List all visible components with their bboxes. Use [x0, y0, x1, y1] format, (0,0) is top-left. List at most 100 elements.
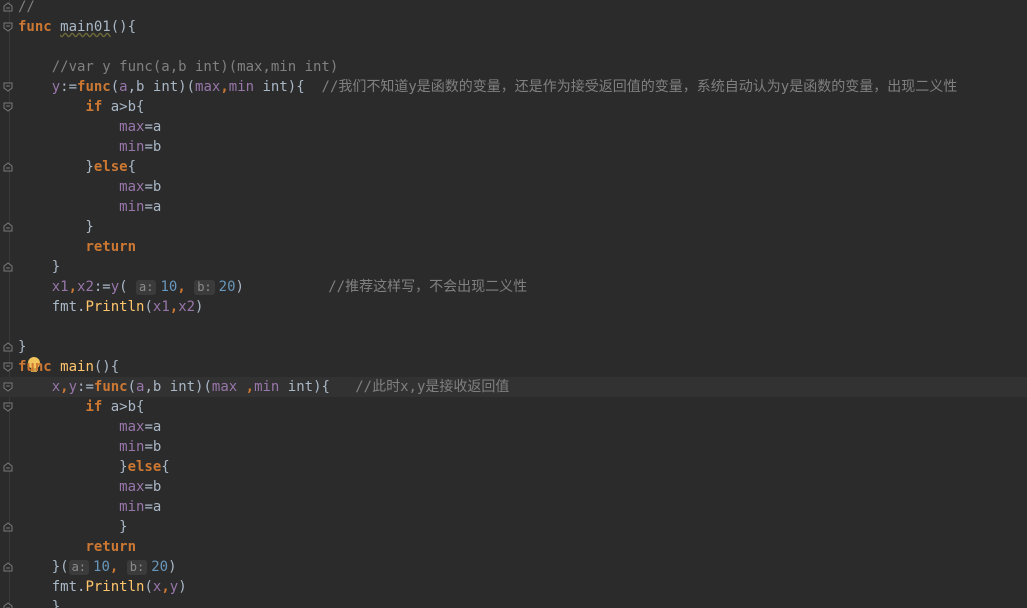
code-token: } — [18, 219, 94, 235]
code-line[interactable]: max=b — [0, 477, 1027, 497]
code-line-text[interactable]: x,y:=func(a,b int)(max ,min int){ //此时x,… — [18, 377, 510, 397]
code-line[interactable]: min=b — [0, 137, 1027, 157]
fold-end-icon[interactable] — [3, 562, 13, 572]
code-token: func — [77, 79, 111, 95]
code-token: =b — [144, 479, 162, 495]
code-line[interactable]: } — [0, 337, 1027, 357]
code-line[interactable] — [0, 37, 1027, 57]
code-line-text[interactable]: if a>b{ — [18, 397, 144, 417]
code-token: , — [220, 79, 229, 95]
code-token: if — [85, 399, 103, 415]
code-token: return — [85, 239, 137, 255]
code-line-text[interactable]: } — [18, 517, 127, 537]
code-line[interactable]: } — [0, 257, 1027, 277]
code-line[interactable]: y:=func(a,b int)(max,min int){ //我们不知道y是… — [0, 77, 1027, 97]
fold-start-icon[interactable] — [3, 82, 13, 92]
fold-end-icon[interactable] — [3, 522, 13, 532]
code-line[interactable]: func main(){ — [0, 357, 1027, 377]
code-line-text[interactable]: min=b — [18, 437, 161, 457]
code-line-text[interactable]: max=a — [18, 417, 161, 437]
code-line[interactable]: return — [0, 537, 1027, 557]
fold-end-icon[interactable] — [3, 602, 13, 608]
code-line-text[interactable]: fmt.Println(x,y) — [18, 577, 187, 597]
code-line[interactable]: max=a — [0, 417, 1027, 437]
code-line-text[interactable]: // — [18, 0, 35, 17]
code-line[interactable]: if a>b{ — [0, 397, 1027, 417]
fold-end-icon[interactable] — [3, 2, 13, 12]
code-line[interactable]: } — [0, 217, 1027, 237]
code-line[interactable] — [0, 317, 1027, 337]
code-line-text[interactable]: }else{ — [18, 457, 170, 477]
code-line-text[interactable]: fmt.Println(x1,x2) — [18, 297, 204, 317]
code-token: min — [119, 439, 145, 455]
code-line-text[interactable]: } — [18, 597, 60, 608]
fold-start-icon[interactable] — [3, 22, 13, 32]
code-line[interactable]: func main01(){ — [0, 17, 1027, 37]
code-line[interactable]: // — [0, 0, 1027, 17]
code-line[interactable]: max=b — [0, 177, 1027, 197]
code-token: x1 — [18, 279, 69, 295]
code-token: := — [77, 379, 94, 395]
code-line-text[interactable]: }(a: 10, b: 20) — [18, 557, 177, 577]
fold-start-icon[interactable] — [3, 102, 13, 112]
code-line[interactable]: x,y:=func(a,b int)(max ,min int){ //此时x,… — [0, 377, 1027, 397]
code-line-text[interactable]: max=b — [18, 477, 161, 497]
code-line-text[interactable]: if a>b{ — [18, 97, 144, 117]
code-line[interactable]: fmt.Println(x,y) — [0, 577, 1027, 597]
code-line[interactable]: }else{ — [0, 157, 1027, 177]
code-line[interactable]: }else{ — [0, 457, 1027, 477]
code-line[interactable]: } — [0, 597, 1027, 608]
code-line[interactable]: fmt.Println(x1,x2) — [0, 297, 1027, 317]
code-token: fmt. — [18, 579, 86, 595]
code-line-text[interactable]: x1,x2:=y( a: 10, b: 20) //推荐这样写，不会出现二义性 — [18, 277, 527, 297]
fold-start-icon[interactable] — [3, 362, 13, 372]
code-line-text[interactable]: return — [18, 537, 136, 557]
code-line-text[interactable]: //var y func(a,b int)(max,min int) — [18, 57, 339, 77]
code-line[interactable]: min=b — [0, 437, 1027, 457]
code-line[interactable]: }(a: 10, b: 20) — [0, 557, 1027, 577]
code-line-text[interactable]: func main01(){ — [18, 17, 136, 37]
code-line-text[interactable]: max=a — [18, 117, 161, 137]
code-line[interactable]: x1,x2:=y( a: 10, b: 20) //推荐这样写，不会出现二义性 — [0, 277, 1027, 297]
fold-start-icon[interactable] — [3, 382, 13, 392]
fold-end-icon[interactable] — [3, 262, 13, 272]
code-token: //我们不知道y是函数的变量，还是作为接受返回值的变量，系统自动认为y是函数的变… — [321, 79, 958, 95]
fold-end-icon[interactable] — [3, 162, 13, 172]
code-line-text[interactable]: return — [18, 237, 136, 257]
code-line[interactable]: //var y func(a,b int)(max,min int) — [0, 57, 1027, 77]
code-token: }( — [18, 559, 69, 575]
code-line[interactable]: if a>b{ — [0, 97, 1027, 117]
code-line-text[interactable]: max=b — [18, 177, 161, 197]
fold-start-icon[interactable] — [3, 402, 13, 412]
code-token: y — [110, 279, 120, 295]
code-token: =a — [144, 499, 162, 515]
code-line-text[interactable]: }else{ — [18, 157, 136, 177]
code-line[interactable]: } — [0, 517, 1027, 537]
code-editor[interactable]: //func main01(){ //var y func(a,b int)(m… — [0, 0, 1027, 608]
code-line-text[interactable]: min=b — [18, 137, 161, 157]
code-line[interactable]: min=a — [0, 197, 1027, 217]
code-line-text[interactable]: } — [18, 257, 60, 277]
code-token: else — [127, 459, 162, 475]
code-token: } — [18, 339, 27, 355]
fold-end-icon[interactable] — [3, 462, 13, 472]
code-line-text[interactable]: } — [18, 217, 94, 237]
code-token: func — [18, 19, 52, 35]
fold-end-icon[interactable] — [3, 222, 13, 232]
fold-end-icon[interactable] — [3, 342, 13, 352]
code-line-text[interactable]: func main(){ — [18, 357, 119, 377]
code-token: a>b{ — [102, 99, 145, 115]
code-line[interactable]: return — [0, 237, 1027, 257]
code-token: x2 — [77, 279, 94, 295]
code-line[interactable]: max=a — [0, 117, 1027, 137]
code-line-text[interactable]: y:=func(a,b int)(max,min int){ //我们不知道y是… — [18, 77, 958, 97]
code-line-text[interactable]: min=a — [18, 497, 161, 517]
code-line[interactable]: min=a — [0, 497, 1027, 517]
code-token: else — [93, 159, 128, 175]
code-line-text[interactable]: min=a — [18, 197, 161, 217]
code-token: ( — [144, 579, 153, 595]
